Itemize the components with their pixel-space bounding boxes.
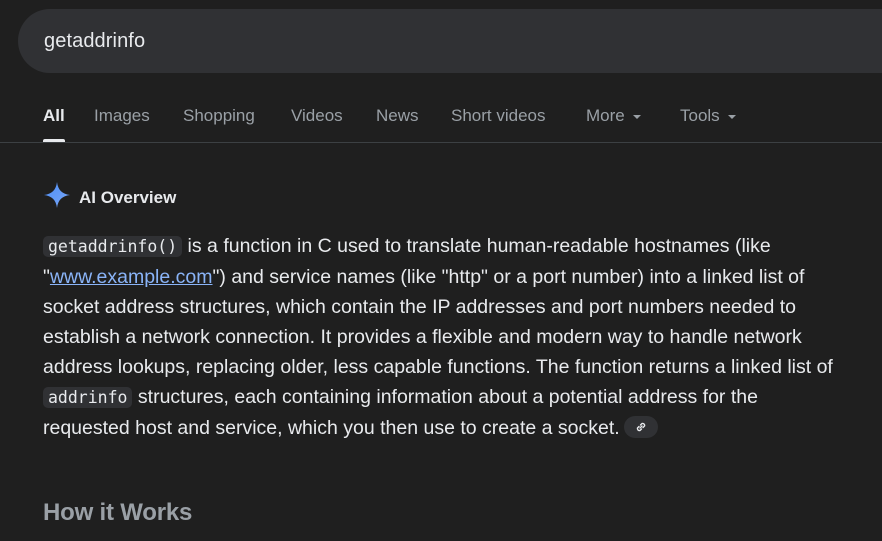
tab-tools-label: Tools	[680, 106, 720, 125]
search-tabs: All Images Shopping Videos News Short vi…	[0, 96, 882, 143]
tab-shopping[interactable]: Shopping	[183, 106, 255, 126]
tab-images[interactable]: Images	[94, 106, 150, 126]
search-bar[interactable]: getaddrinfo	[18, 9, 882, 73]
tab-images-label: Images	[94, 106, 150, 125]
search-results-page: getaddrinfo All Images Shopping Videos N…	[0, 0, 882, 541]
tab-tools[interactable]: Tools	[680, 106, 736, 126]
tab-all[interactable]: All	[43, 106, 65, 126]
chevron-down-icon	[727, 115, 736, 119]
search-input[interactable]: getaddrinfo	[44, 30, 145, 53]
tab-news[interactable]: News	[376, 106, 419, 126]
section-heading: How it Works	[43, 499, 193, 526]
ai-overview-body: getaddrinfo() is a function in C used to…	[43, 231, 843, 443]
sparkle-icon	[43, 181, 71, 214]
tab-news-label: News	[376, 106, 419, 125]
tab-short-videos[interactable]: Short videos	[451, 106, 546, 126]
chevron-down-icon	[632, 115, 641, 119]
ai-overview-header: AI Overview	[43, 181, 176, 214]
tab-more-label: More	[586, 106, 625, 125]
tab-more[interactable]: More	[586, 106, 641, 126]
active-tab-indicator	[43, 139, 65, 142]
inline-code: addrinfo	[43, 387, 133, 408]
inline-code: getaddrinfo()	[43, 236, 183, 257]
link-icon	[636, 422, 645, 432]
ai-overview-title: AI Overview	[79, 187, 177, 207]
tab-videos-label: Videos	[291, 106, 343, 125]
tab-videos[interactable]: Videos	[291, 106, 343, 126]
tab-short-videos-label: Short videos	[451, 106, 546, 125]
source-link-button[interactable]	[623, 415, 658, 438]
tab-shopping-label: Shopping	[183, 106, 255, 125]
example-link[interactable]: www.example.com	[50, 266, 213, 288]
tab-all-label: All	[43, 106, 65, 125]
